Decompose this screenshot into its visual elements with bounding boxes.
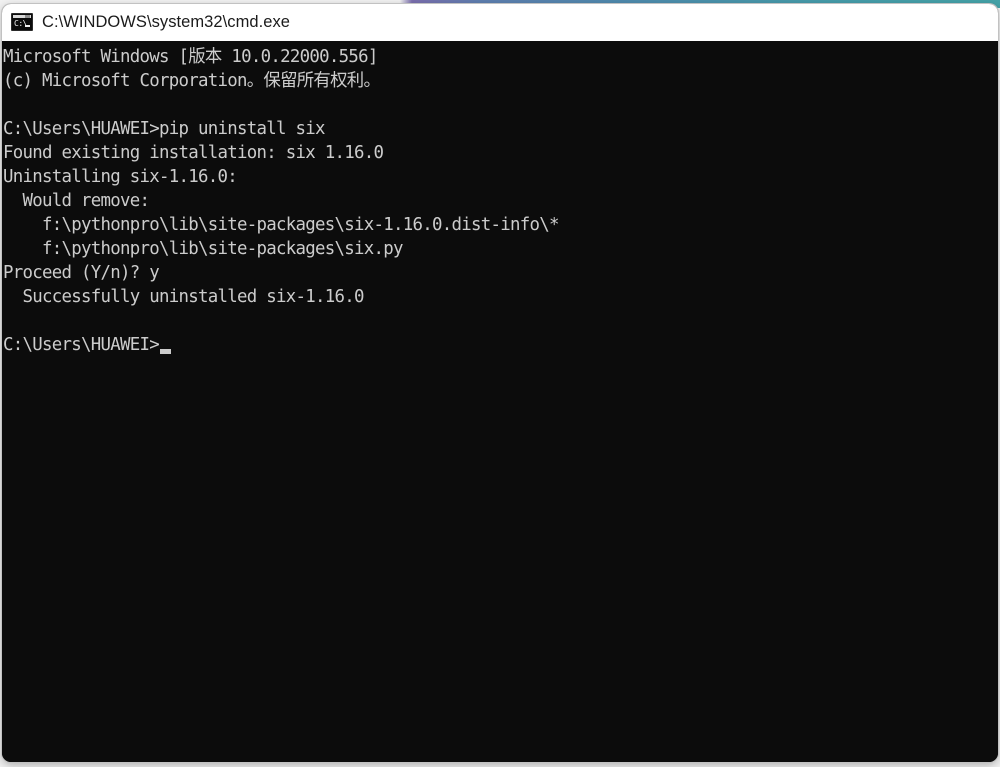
- icon-cursor: [25, 25, 30, 27]
- window-title: C:\WINDOWS\system32\cmd.exe: [42, 12, 290, 31]
- title-bar[interactable]: C:\ C:\WINDOWS\system32\cmd.exe: [2, 4, 998, 41]
- console-line: f:\pythonpro\lib\site-packages\six-1.16.…: [3, 215, 559, 235]
- console-line-text: C:\Users\HUAWEI>: [3, 335, 160, 355]
- console-line: Found existing installation: six 1.16.0: [3, 143, 384, 163]
- console-line: f:\pythonpro\lib\site-packages\six.py: [3, 239, 403, 259]
- console-line: (c) Microsoft Corporation。保留所有权利。: [3, 71, 381, 91]
- console-lines: Microsoft Windows [版本 10.0.22000.556] (c)…: [3, 45, 998, 357]
- cmd-window[interactable]: C:\ C:\WINDOWS\system32\cmd.exe Microsof…: [2, 4, 998, 762]
- console-line: C:\Users\HUAWEI>pip uninstall six: [3, 119, 325, 139]
- console-line: Successfully uninstalled six-1.16.0: [3, 287, 365, 307]
- icon-titlebar-strip: [13, 15, 31, 18]
- console-output-area[interactable]: Microsoft Windows [版本 10.0.22000.556] (c)…: [2, 41, 998, 762]
- console-line: Uninstalling six-1.16.0:: [3, 167, 238, 187]
- console-line: C:\Users\HUAWEI>: [3, 333, 998, 357]
- console-line: Microsoft Windows [版本 10.0.22000.556]: [3, 47, 378, 67]
- console-line: Would remove:: [3, 191, 150, 211]
- text-cursor: [160, 349, 172, 354]
- console-line: Proceed (Y/n)? y: [3, 263, 160, 283]
- cmd-console-icon: C:\: [11, 13, 33, 31]
